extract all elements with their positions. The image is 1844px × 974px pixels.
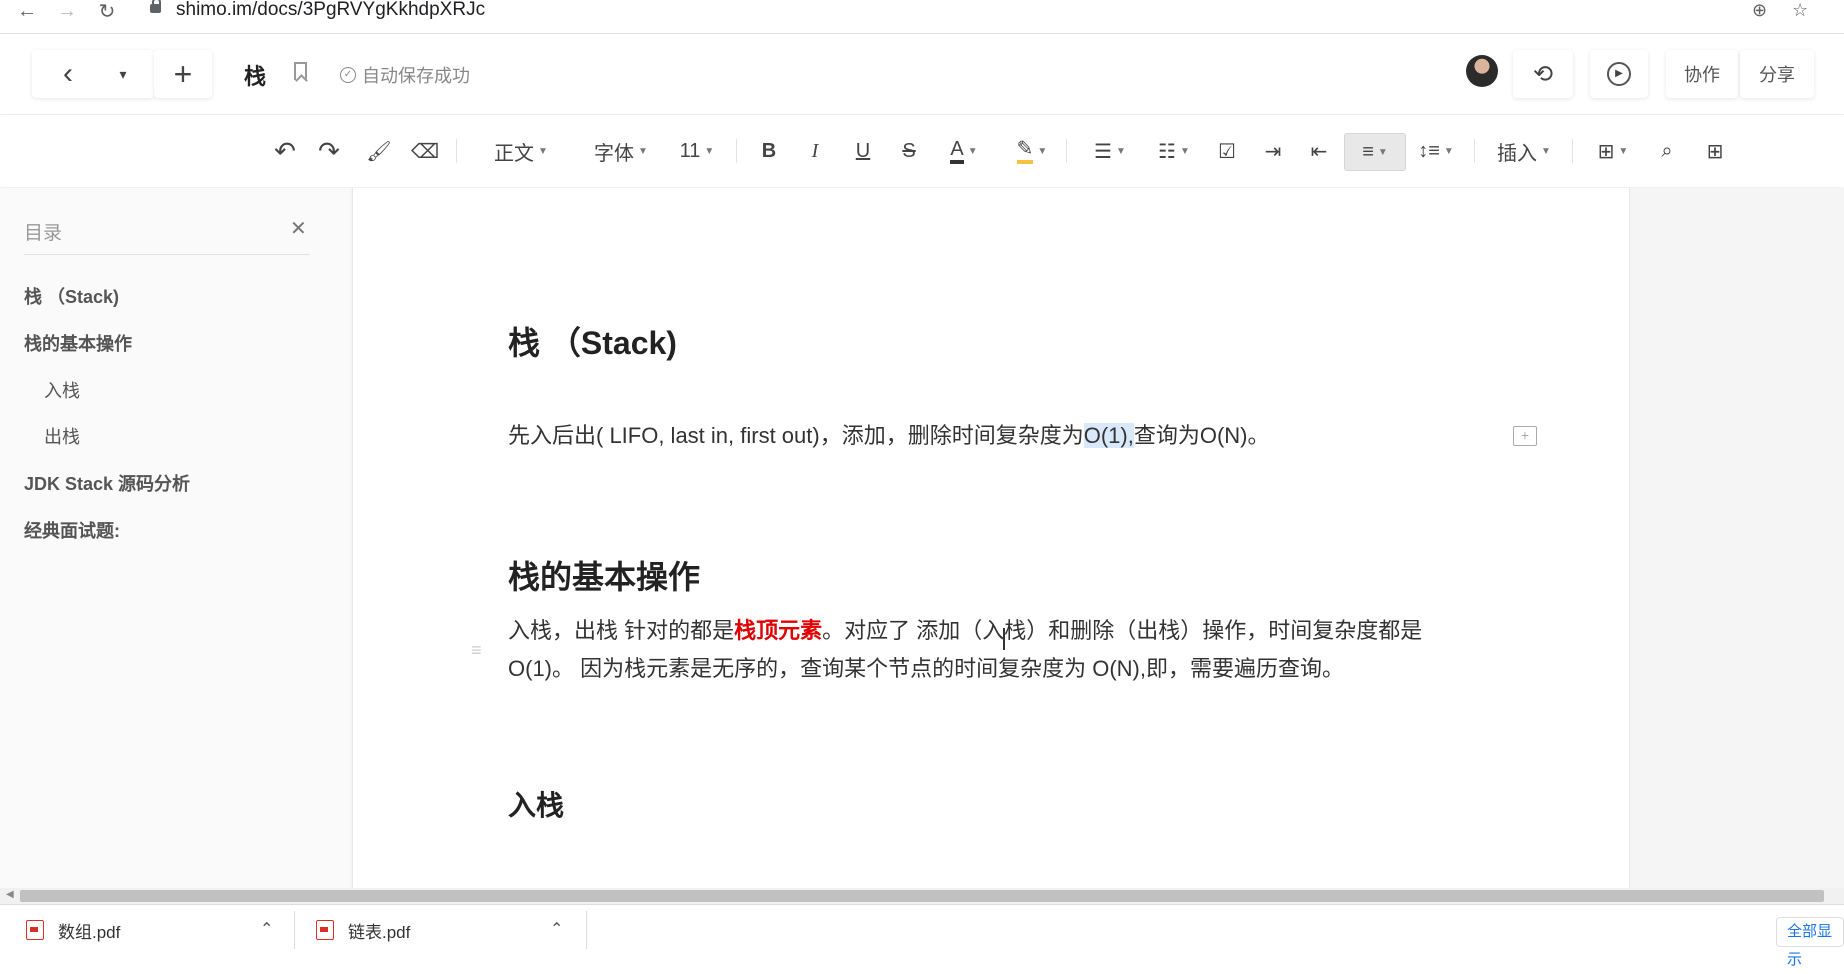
redo-icon[interactable]: ↷ [314, 133, 344, 169]
present-button[interactable]: ▶ [1590, 50, 1648, 98]
download-filename: 链表.pdf [348, 922, 411, 942]
font-color-button[interactable]: A ▼ [942, 133, 986, 169]
divider [1572, 139, 1573, 163]
heading-push[interactable]: 入栈 [508, 784, 564, 824]
download-item[interactable]: 链表.pdf [316, 905, 410, 955]
chevron-down-icon[interactable]: ▾ [98, 66, 148, 83]
history-icon: ⟲ [1532, 60, 1554, 88]
downloads-bar: 数组.pdf ⌃ 链表.pdf ⌃ 全部显示 [0, 904, 1844, 968]
arrow-left-icon[interactable]: ← [16, 0, 38, 22]
ordered-list-icon[interactable]: ☰ ▼ [1084, 133, 1136, 169]
back-group: ‹ ▾ [32, 50, 154, 98]
toc-item[interactable]: 经典面试题: [24, 517, 120, 543]
toc-title: 目录 [24, 223, 63, 244]
address-bar[interactable]: shimo.im/docs/3PgRVYgKkhdpXRJc [176, 0, 485, 20]
emphasis-text: 栈顶元素 [734, 618, 823, 643]
format-toolbar: ↶ ↷ 🖌 ⌫ 正文 ▼ 字体 ▼ 11 ▼ B I U S A ▼ ✎ ▼ ☰ ▼ ☷ ▼ … [0, 115, 1844, 187]
toc-item[interactable]: 入栈 [44, 377, 80, 403]
chevron-up-icon[interactable]: ⌃ [260, 919, 273, 939]
chevron-up-icon[interactable]: ⌃ [550, 919, 563, 939]
bold-button[interactable]: B [754, 133, 784, 169]
lock-icon [150, 0, 161, 13]
save-status-label: 自动保存成功 [362, 66, 470, 86]
scroll-left-icon[interactable]: ◀ [6, 889, 14, 900]
text-cursor [1003, 628, 1005, 650]
history-button[interactable]: ⟲ [1513, 50, 1573, 98]
format-painter-icon[interactable]: 🖌 [364, 133, 394, 169]
save-status: ✓ 自动保存成功 [340, 62, 470, 88]
close-icon[interactable]: ✕ [290, 216, 307, 241]
share-button[interactable]: 分享 [1740, 50, 1814, 98]
font-family-select[interactable]: 字体 ▼ [584, 133, 658, 169]
divider [24, 254, 310, 255]
drag-handle-icon[interactable]: ≡ [471, 640, 482, 661]
chevron-left-icon[interactable]: ‹ [38, 57, 98, 91]
show-all-downloads-button[interactable]: 全部显示 [1776, 917, 1844, 968]
text-run: 入栈，出栈 针对的都是 [508, 618, 735, 643]
add-comment-icon[interactable]: + [1513, 426, 1537, 446]
underline-button[interactable]: U [848, 133, 878, 169]
scrollbar-thumb[interactable] [20, 890, 1824, 902]
toc-item[interactable]: 栈的基本操作 [24, 330, 132, 356]
checklist-icon[interactable]: ☑ [1212, 133, 1242, 169]
italic-button[interactable]: I [800, 133, 830, 169]
download-item[interactable]: 数组.pdf [26, 905, 120, 955]
play-circle-icon: ▶ [1607, 62, 1631, 86]
heading-basic-ops[interactable]: 栈的基本操作 [508, 552, 700, 598]
new-doc-button[interactable]: + [154, 50, 212, 98]
paragraph-style-select[interactable]: 正文 ▼ [484, 133, 558, 169]
text-run: 先入后出( LIFO, last in, first out)，添加，删除时间复… [508, 423, 1084, 448]
strikethrough-button[interactable]: S [894, 133, 924, 169]
insert-menu[interactable]: 插入 ▼ [1494, 133, 1554, 169]
bullet-list-icon[interactable]: ☷ ▼ [1148, 133, 1200, 169]
star-icon[interactable]: ☆ [1792, 0, 1808, 21]
app-header: ‹ ▾ + 栈 ✓ 自动保存成功 ⟲ ▶ 协作 分享 [0, 34, 1844, 115]
pdf-file-icon [316, 920, 334, 940]
page-title[interactable]: 栈 [244, 59, 266, 91]
indent-icon[interactable]: ⇥ [1258, 133, 1288, 169]
divider [1066, 139, 1067, 163]
document-page[interactable] [352, 188, 1630, 888]
font-size-select[interactable]: 11 ▼ [672, 133, 722, 169]
horizontal-scrollbar[interactable]: ◀ [0, 888, 1844, 904]
align-left-icon[interactable]: ≡ ▼ [1344, 133, 1406, 171]
highlight-button[interactable]: ✎ ▼ [1008, 133, 1056, 169]
paragraph-ops[interactable]: 入栈，出栈 针对的都是栈顶元素。对应了 添加（入栈）和删除（出栈）操作，时间复杂… [508, 612, 1488, 688]
line-height-icon[interactable]: ↕≡ ▼ [1412, 133, 1460, 169]
paragraph-intro[interactable]: 先入后出( LIFO, last in, first out)，添加，删除时间复… [508, 417, 1488, 455]
highlighter-icon: ✎ [1016, 138, 1034, 164]
selected-text: O(1), [1083, 423, 1134, 448]
avatar[interactable] [1466, 55, 1498, 87]
divider [736, 139, 737, 163]
find-replace-icon[interactable]: ⌕ [1652, 133, 1682, 169]
bookmark-icon[interactable] [294, 62, 307, 80]
toc-item[interactable]: 栈 （Stack) [24, 283, 119, 309]
collaborate-button[interactable]: 协作 [1666, 50, 1738, 98]
add-comment-icon[interactable]: ⊞ [1700, 133, 1730, 169]
toc-item[interactable]: JDK Stack 源码分析 [24, 470, 190, 496]
zoom-icon[interactable]: ⊕ [1752, 0, 1767, 21]
arrow-right-icon[interactable]: → [56, 0, 78, 22]
toc-sidebar: 目录 ✕ 栈 （Stack) 栈的基本操作 入栈 出栈 JDK Stack 源码… [0, 188, 350, 888]
divider [294, 911, 295, 949]
pdf-file-icon [26, 920, 44, 940]
outdent-icon[interactable]: ⇤ [1304, 133, 1334, 169]
text-run: 查询为O(N)。 [1133, 423, 1270, 448]
grid-icon[interactable]: ⊞ ▼ [1590, 133, 1636, 169]
heading-stack[interactable]: 栈 （Stack) [508, 318, 677, 364]
check-circle-icon: ✓ [340, 67, 356, 83]
download-filename: 数组.pdf [58, 922, 121, 942]
browser-toolbar: ← → ↻ shimo.im/docs/3PgRVYgKkhdpXRJc ⊕ ☆ [0, 0, 1844, 34]
undo-icon[interactable]: ↶ [270, 133, 300, 169]
eraser-icon[interactable]: ⌫ [410, 133, 440, 169]
divider [586, 911, 587, 949]
divider [456, 139, 457, 163]
reload-icon[interactable]: ↻ [96, 0, 118, 23]
divider [1474, 139, 1475, 163]
toc-item[interactable]: 出栈 [44, 423, 80, 449]
